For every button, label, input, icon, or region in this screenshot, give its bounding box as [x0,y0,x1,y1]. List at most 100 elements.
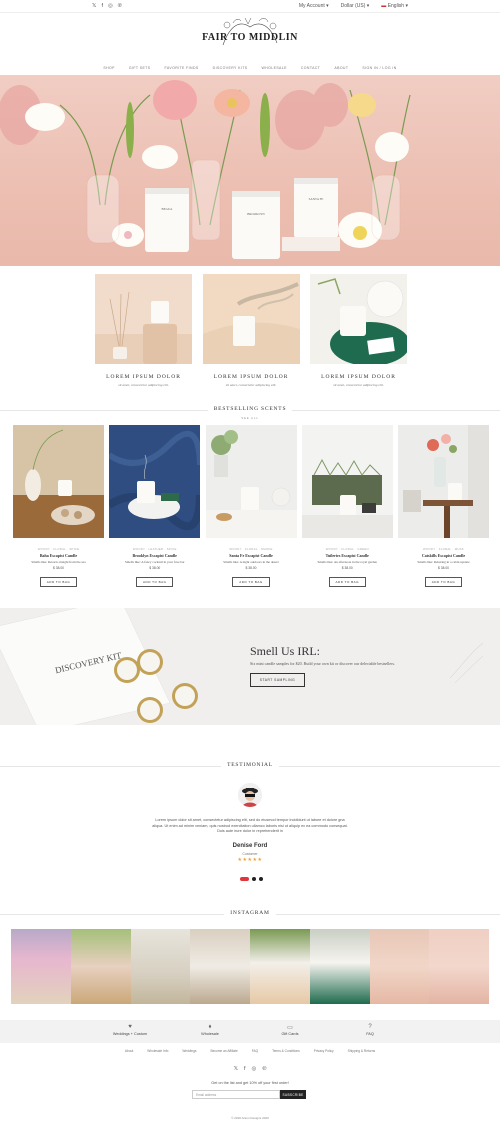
tag-icon: ⬧ [208,1024,212,1030]
instagram-post[interactable] [70,929,131,1004]
svg-text:BROOKLYN: BROOKLYN [247,212,265,216]
footer-link-privacy[interactable]: Privacy Policy [314,1049,334,1053]
social-links: 𝕏 f ◎ ℗ [92,3,122,9]
footer-link-weddings[interactable]: Weddings [182,1049,196,1053]
instagram-post[interactable] [309,929,370,1004]
nav-contact[interactable]: CONTACT [301,66,320,70]
product-card[interactable]: WOODY · FLORAL · SMOKE Santa Fe Escapist… [205,425,297,588]
product-name[interactable]: Brooklyn Escapist Candle [109,553,200,558]
feature-subtitle: sit amet, consectetur adipiscing elit. [333,383,384,387]
product-image-tuileries [301,425,393,538]
twitter-icon[interactable]: 𝕏 [234,1066,238,1072]
instagram-post[interactable] [190,929,250,1004]
footer-link-wholesale[interactable]: Wholesale Info [147,1049,168,1053]
add-to-bag-button[interactable]: ADD TO BAG [328,577,366,587]
main-nav: SHOP GIFT SETS FAVORITE FINDS DISCOVERY … [0,66,500,70]
product-image-brooklyn [107,425,205,538]
service-wholesale[interactable]: ⬧ Wholesale [180,1020,240,1043]
add-to-bag-button[interactable]: ADD TO BAG [232,577,270,587]
hero-banner[interactable]: BEGUA BROOKLYN SANTA FE [0,75,500,266]
nav-sign-in[interactable]: SIGN IN / LOG IN [362,66,396,70]
nav-discovery-kits[interactable]: DISCOVERY KITS [213,66,248,70]
instagram-feed [11,929,489,1004]
email-input[interactable]: Email address [192,1090,280,1099]
svg-text:SANTA FE: SANTA FE [309,197,324,201]
feature-title: LOREM IPSUM DOLOR [213,374,289,380]
product-name[interactable]: Baha Escapist Candle [13,553,104,558]
product-price: $ 38.00 [149,566,161,570]
currency-dropdown[interactable]: Dollar (US) ▾ [341,3,370,9]
pinterest-icon[interactable]: ℗ [262,1066,266,1072]
facebook-icon[interactable]: f [244,1066,246,1072]
hero-image: BEGUA BROOKLYN SANTA FE [0,80,411,259]
product-name[interactable]: Tuileries Escapist Candle [302,553,393,558]
instagram-label: INSTAGRAM [224,910,276,916]
product-card[interactable]: WOODY · LEATHER · SPICE Brooklyn Escapis… [107,425,205,588]
service-label: Wholesale [201,1032,219,1036]
instagram-post[interactable] [369,929,430,1004]
product-description: Smells like: Relaxing in a cabin upstate [417,560,470,564]
facebook-icon[interactable]: f [101,3,103,9]
language-dropdown[interactable]: ▬ English ▾ [381,3,408,9]
feature-tile[interactable]: LOREM IPSUM DOLOR sit amet, consectetur … [310,274,410,387]
feature-subtitle: sit amet, consectetur adipiscing elit. [118,383,169,387]
feature-image-1 [95,274,192,364]
feature-tiles: LOREM IPSUM DOLOR sit amet, consectetur … [95,274,410,387]
product-description: Smells like: A night outdoors in the des… [223,560,279,564]
brand-logo[interactable]: FAIR TO MIDDLIN [0,17,500,46]
feature-title: LOREM IPSUM DOLOR [321,374,396,380]
nav-favorite-finds[interactable]: FAVORITE FINDS [165,66,199,70]
footer-link-about[interactable]: About [125,1049,133,1053]
nav-gift-sets[interactable]: GIFT SETS [129,66,151,70]
product-card[interactable]: WOODY · FLORAL · SPICE Baha Escapist Can… [13,425,104,588]
service-faq[interactable]: ? FAQ [340,1020,400,1043]
nav-about[interactable]: ABOUT [334,66,348,70]
product-tags: WOODY · LEATHER · SPICE [132,547,177,551]
see-all-link[interactable]: SEE ALL [0,416,500,420]
copyright: © 2020 Artem Designs 2020 [231,1116,269,1120]
instagram-post[interactable] [429,929,489,1004]
instagram-icon[interactable]: ◎ [252,1066,257,1072]
add-to-bag-button[interactable]: ADD TO BAG [136,577,174,587]
nav-shop[interactable]: SHOP [103,66,115,70]
carousel-dot[interactable] [259,877,263,881]
footer-link-shipping[interactable]: Shipping & Returns [348,1049,375,1053]
service-gift-cards[interactable]: ▭ Gift Cards [260,1020,320,1043]
footer-links: About Wholesale Info Weddings Become an … [0,1049,500,1053]
bestselling-title: BESTSELLING SCENTS [0,406,500,412]
heart-icon: ♥ [128,1024,132,1030]
product-card[interactable]: WOODY · FLORAL · GREEN Tuileries Escapis… [301,425,393,588]
add-to-bag-button[interactable]: ADD TO BAG [39,577,78,587]
feature-tile[interactable]: LOREM IPSUM DOLOR sit amet, consectetur … [202,274,300,387]
carousel-dot-active[interactable] [240,877,249,881]
pinterest-icon[interactable]: ℗ [118,3,122,9]
footer-link-faq[interactable]: FAQ [252,1049,258,1053]
feature-tile[interactable]: LOREM IPSUM DOLOR sit amet, consectetur … [95,274,192,387]
carousel-dots [240,877,263,881]
start-sampling-button[interactable]: START SAMPLING [250,673,305,687]
top-bar: 𝕏 f ◎ ℗ My Account ▾ Dollar (US) ▾ ▬ Eng… [0,0,500,13]
rating-stars: ★★★★★ [237,857,263,863]
add-to-bag-button[interactable]: ADD TO BAG [424,577,463,587]
sample-copy: Six mini candle samples for $20. Build y… [250,661,396,666]
footer-link-affiliate[interactable]: Become an Affiliate [210,1049,237,1053]
subscribe-button[interactable]: SUBSCRIBE [280,1090,306,1099]
service-label: Gift Cards [281,1032,299,1036]
twitter-icon[interactable]: 𝕏 [92,3,96,9]
service-weddings[interactable]: ♥ Weddings + Custom [100,1020,160,1043]
my-account-dropdown[interactable]: My Account ▾ [299,3,329,9]
product-name[interactable]: Santa Fe Escapist Candle [206,553,297,558]
instagram-post[interactable] [11,929,71,1004]
svg-text:BEGUA: BEGUA [162,207,174,211]
bestselling-label: BESTSELLING SCENTS [207,406,293,412]
footer-link-terms[interactable]: Terms & Conditions [272,1049,300,1053]
instagram-post[interactable] [250,929,310,1004]
nav-wholesale[interactable]: WHOLESALE [261,66,286,70]
discovery-kit-image: DISCOVERY KIT [0,608,198,725]
instagram-post[interactable] [130,929,191,1004]
instagram-icon[interactable]: ◎ [108,3,113,9]
product-card[interactable]: WOODY · FLORAL · MUSK Catskills Escapist… [398,425,489,588]
product-name[interactable]: Catskills Escapist Candle [398,553,489,558]
product-image-catskills [398,425,489,538]
carousel-dot[interactable] [252,877,256,881]
